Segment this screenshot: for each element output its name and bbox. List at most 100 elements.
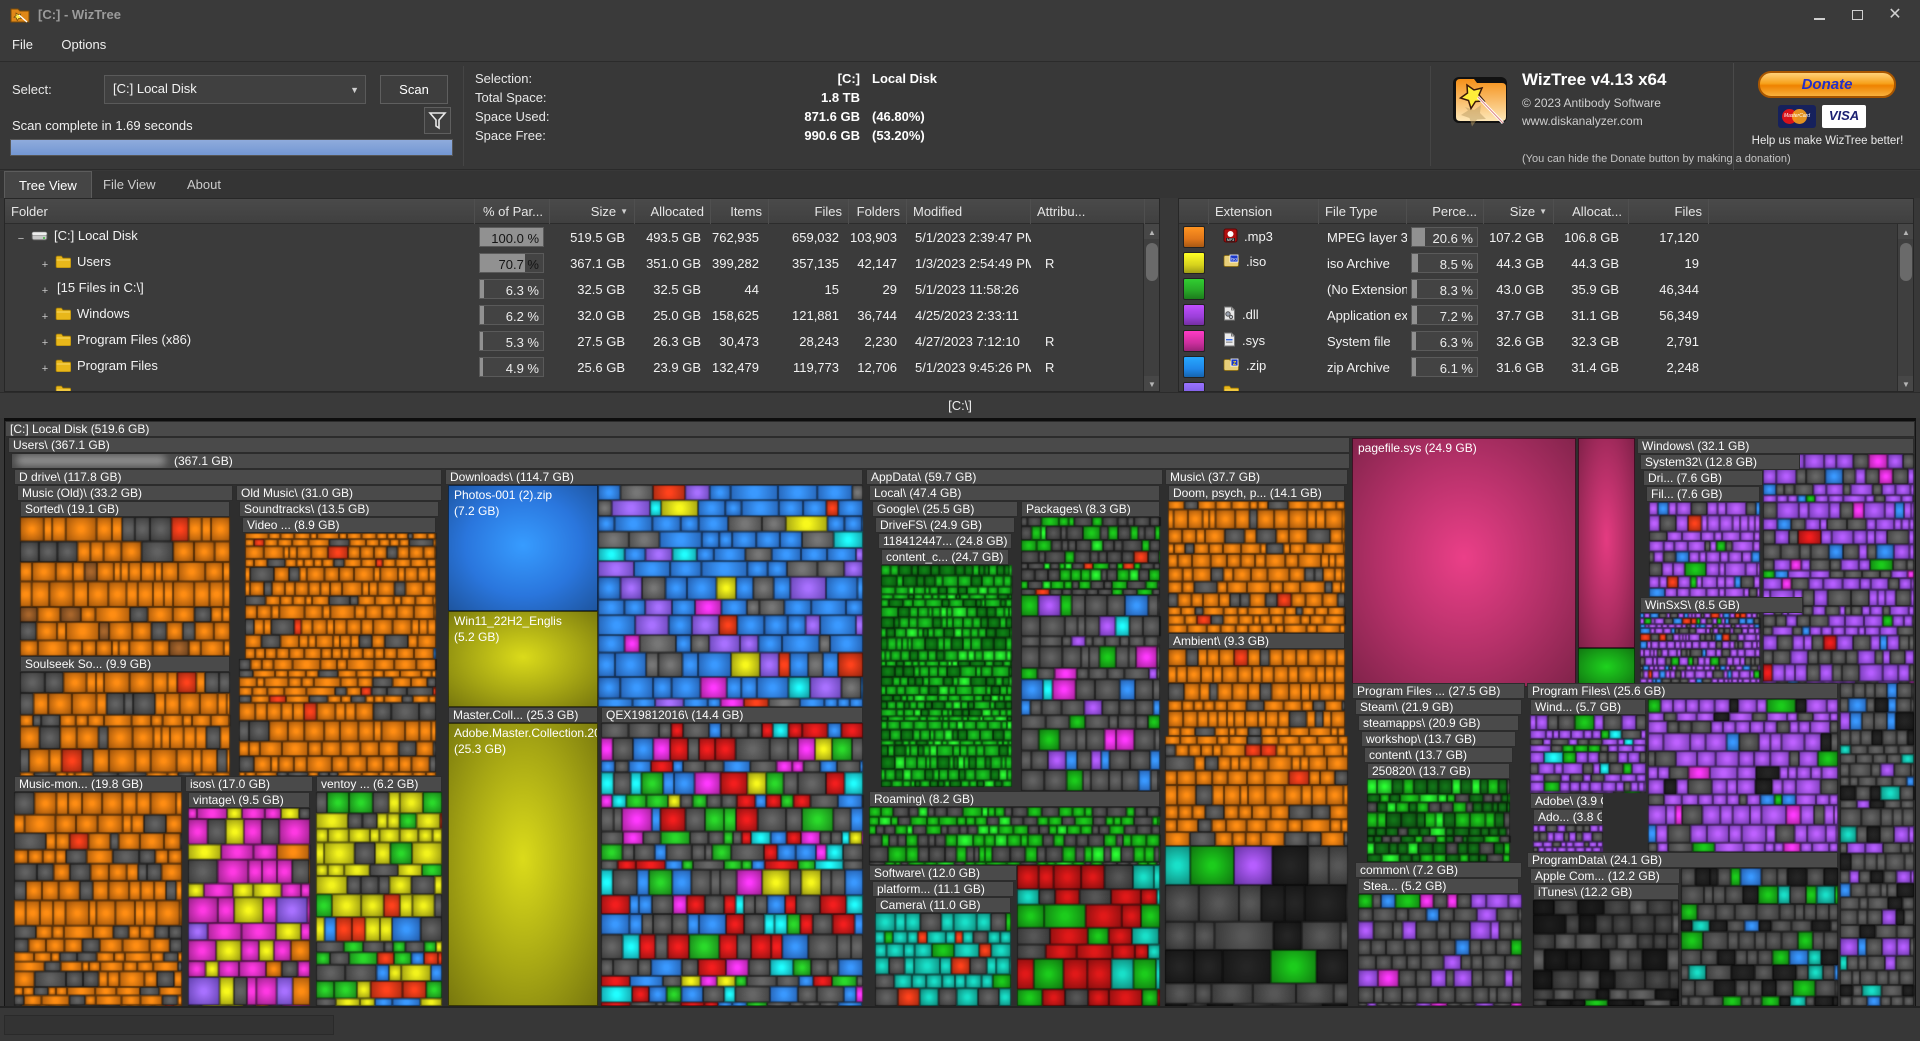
expand-icon[interactable]: + xyxy=(39,337,51,349)
treemap-folder-bar[interactable]: Old Music\ (31.0 GB) xyxy=(236,485,442,501)
ext-row-.mp3[interactable]: MP3.mp3MPEG layer 320.6 %107.2 GB106.8 G… xyxy=(1179,224,1913,250)
ext-row-.zip[interactable]: Z.zipzip Archive6.1 %31.6 GB31.4 GB2,248 xyxy=(1179,354,1913,380)
treemap-folder-bar[interactable]: DriveFS\ (24.9 GB) xyxy=(875,517,1015,533)
menu-options[interactable]: Options xyxy=(49,30,118,52)
treemap-block[interactable] xyxy=(1578,438,1635,648)
donate-button[interactable]: Donate xyxy=(1758,71,1896,98)
treemap-folder-bar[interactable]: Packages\ (8.3 GB) xyxy=(1021,501,1160,517)
filter-button[interactable] xyxy=(424,107,451,134)
treemap-folder-bar[interactable]: System32\ (12.8 GB) xyxy=(1640,454,1800,470)
treemap-folder-bar[interactable]: Windows\ (32.1 GB) xyxy=(1637,438,1914,454)
scroll-thumb[interactable] xyxy=(1146,243,1158,281)
tree-row-partial[interactable] xyxy=(5,380,1159,392)
treemap-folder-bar[interactable]: iTunes\ (12.2 GB) xyxy=(1533,884,1679,900)
treemap-folder-bar[interactable]: platform... (11.1 GB) xyxy=(872,881,1014,897)
ext-row-partial[interactable] xyxy=(1179,380,1913,392)
treemap-folder-bar[interactable]: Wind... (5.7 GB) xyxy=(1530,699,1646,715)
tree-row-Program Files (x86)[interactable]: +Program Files (x86)5.3 %27.5 GB26.3 GB3… xyxy=(5,328,1159,354)
treemap-folder-bar[interactable]: Local\ (47.4 GB) xyxy=(869,485,1160,501)
treemap-folder-bar[interactable]: vintage\ (9.5 GB) xyxy=(188,792,310,808)
scroll-down-icon[interactable]: ▼ xyxy=(1898,376,1914,391)
tree-header-3[interactable]: Allocated xyxy=(635,199,711,224)
treemap-folder-bar[interactable]: 250820\ (13.7 GB) xyxy=(1367,763,1510,779)
ext-header-3[interactable]: Perce... xyxy=(1407,199,1484,224)
ext-row-(No Extension)[interactable]: (No Extension)8.3 %43.0 GB35.9 GB46,344 xyxy=(1179,276,1913,302)
tree-header-5[interactable]: Files xyxy=(769,199,849,224)
tab-tree-view[interactable]: Tree View xyxy=(4,171,92,198)
treemap-folder-bar[interactable]: Video ... (8.9 GB) xyxy=(242,517,436,533)
tab-about[interactable]: About xyxy=(173,171,235,198)
tree-header-6[interactable]: Folders xyxy=(849,199,907,224)
treemap-folder-bar[interactable]: Fil... (7.6 GB) xyxy=(1646,486,1760,502)
title-bar[interactable]: [C:] - WizTree ✕ xyxy=(0,0,1920,30)
treemap-folder-bar[interactable]: isos\ (17.0 GB) xyxy=(185,776,313,792)
treemap-block-Win11_22H2_Englis[interactable]: Win11_22H2_Englis(5.2 GB) xyxy=(448,611,598,707)
maximize-button[interactable] xyxy=(1840,4,1874,26)
treemap-folder-bar[interactable]: (367.1 GB) xyxy=(11,453,1350,469)
treemap-folder-bar[interactable]: Program Files ... (27.5 GB) xyxy=(1352,683,1525,699)
treemap-folder-bar[interactable]: Music\ (37.7 GB) xyxy=(1165,469,1348,485)
scroll-up-icon[interactable]: ▲ xyxy=(1144,224,1160,239)
scroll-up-icon[interactable]: ▲ xyxy=(1898,224,1914,239)
treemap-folder-bar[interactable]: ventoy ... (6.2 GB) xyxy=(316,776,442,792)
tree-row-[C:] Local Disk[interactable]: −[C:] Local Disk100.0 %519.5 GB493.5 GB7… xyxy=(5,224,1159,250)
tree-header-7[interactable]: Modified xyxy=(907,199,1031,224)
treemap-folder-bar[interactable]: Music-mon... (19.8 GB) xyxy=(14,776,182,792)
treemap-folder-bar[interactable]: common\ (7.2 GB) xyxy=(1355,862,1522,878)
expand-icon[interactable]: + xyxy=(39,259,51,271)
ext-header-1[interactable]: Extension xyxy=(1209,199,1319,224)
scroll-thumb[interactable] xyxy=(1900,243,1912,281)
treemap-block[interactable] xyxy=(1578,648,1635,687)
treemap-folder-bar[interactable]: Ambient\ (9.3 GB) xyxy=(1168,633,1345,649)
tree-row-[15 Files in C:\][interactable]: +[15 Files in C:\]6.3 %32.5 GB32.5 GB441… xyxy=(5,276,1159,302)
treemap-folder-bar[interactable]: [C:] Local Disk (519.6 GB) xyxy=(5,421,1915,437)
treemap-folder-bar[interactable]: QEX19812016\ (14.4 GB) xyxy=(601,707,863,723)
treemap-folder-bar[interactable]: Steam\ (21.9 GB) xyxy=(1355,699,1522,715)
treemap-folder-bar[interactable]: Apple Com... (12.2 GB) xyxy=(1530,868,1680,884)
tree-row-Users[interactable]: +Users70.7 %367.1 GB351.0 GB399,282357,1… xyxy=(5,250,1159,276)
close-button[interactable]: ✕ xyxy=(1878,4,1912,26)
scan-button[interactable]: Scan xyxy=(380,75,448,104)
treemap-folder-bar[interactable]: AppData\ (59.7 GB) xyxy=(866,469,1163,485)
treemap-folder-bar[interactable]: Doom, psych, p... (14.1 GB) xyxy=(1168,485,1345,501)
treemap-folder-bar[interactable]: Ado... (3.8 GB) xyxy=(1533,809,1603,825)
minimize-button[interactable] xyxy=(1802,4,1836,26)
treemap-folder-bar[interactable]: D drive\ (117.8 GB) xyxy=(14,469,442,485)
tree-header-2[interactable]: Size▼ xyxy=(550,199,635,224)
tree-header-4[interactable]: Items xyxy=(711,199,769,224)
treemap-folder-bar[interactable]: ProgramData\ (24.1 GB) xyxy=(1527,852,1838,868)
treemap[interactable]: pagefile.sys (24.9 GB)Photos-001 (2).zip… xyxy=(5,421,1915,1006)
treemap-block-Photos-001 (2).zip[interactable]: Photos-001 (2).zip(7.2 GB) xyxy=(448,485,598,611)
treemap-folder-bar[interactable]: Adobe\ (3.9 GB) xyxy=(1530,793,1604,809)
treemap-folder-bar[interactable]: Users\ (367.1 GB) xyxy=(8,437,1350,453)
treemap-folder-bar[interactable]: workshop\ (13.7 GB) xyxy=(1361,731,1516,747)
treemap-folder-bar[interactable]: Dri... (7.6 GB) xyxy=(1643,470,1763,486)
treemap-folder-bar[interactable]: Soundtracks\ (13.5 GB) xyxy=(239,501,439,517)
treemap-folder-bar[interactable]: steamapps\ (20.9 GB) xyxy=(1358,715,1519,731)
tree-scrollbar[interactable]: ▲ ▼ xyxy=(1143,224,1159,391)
tree-header-0[interactable]: Folder xyxy=(5,199,475,224)
expand-icon[interactable]: + xyxy=(39,311,51,323)
extension-scrollbar[interactable]: ▲ ▼ xyxy=(1897,224,1913,391)
website-link[interactable]: www.diskanalyzer.com xyxy=(1522,114,1643,128)
treemap-folder-bar[interactable]: Music (Old)\ (33.2 GB) xyxy=(17,485,233,501)
menu-file[interactable]: File xyxy=(0,30,45,52)
expand-icon[interactable]: + xyxy=(39,285,51,297)
ext-header-2[interactable]: File Type xyxy=(1319,199,1407,224)
treemap-folder-bar[interactable]: Sorted\ (19.1 GB) xyxy=(20,501,230,517)
tree-row-Program Files[interactable]: +Program Files4.9 %25.6 GB23.9 GB132,479… xyxy=(5,354,1159,380)
treemap-folder-bar[interactable]: Stea... (5.2 GB) xyxy=(1358,878,1519,894)
ext-row-.sys[interactable]: .sysSystem file6.3 %32.6 GB32.3 GB2,791 xyxy=(1179,328,1913,354)
treemap-folder-bar[interactable]: Downloads\ (114.7 GB) xyxy=(445,469,863,485)
treemap-folder-bar[interactable]: Google\ (25.5 GB) xyxy=(872,501,1018,517)
treemap-folder-bar[interactable]: content\ (13.7 GB) xyxy=(1364,747,1513,763)
treemap-folder-bar[interactable]: Software\ (12.0 GB) xyxy=(869,865,1017,881)
tree-row-Windows[interactable]: +Windows6.2 %32.0 GB25.0 GB158,625121,88… xyxy=(5,302,1159,328)
ext-header-4[interactable]: Size▼ xyxy=(1484,199,1554,224)
ext-header-0[interactable] xyxy=(1179,199,1209,224)
collapse-icon[interactable]: − xyxy=(15,233,27,245)
treemap-folder-bar[interactable]: Roaming\ (8.2 GB) xyxy=(869,791,1160,807)
expand-icon[interactable]: + xyxy=(39,363,51,375)
tree-header-8[interactable]: Attribu... xyxy=(1031,199,1145,224)
treemap-block-Adobe.Master.Collection.20[interactable]: Adobe.Master.Collection.20(25.3 GB) xyxy=(448,723,598,1006)
